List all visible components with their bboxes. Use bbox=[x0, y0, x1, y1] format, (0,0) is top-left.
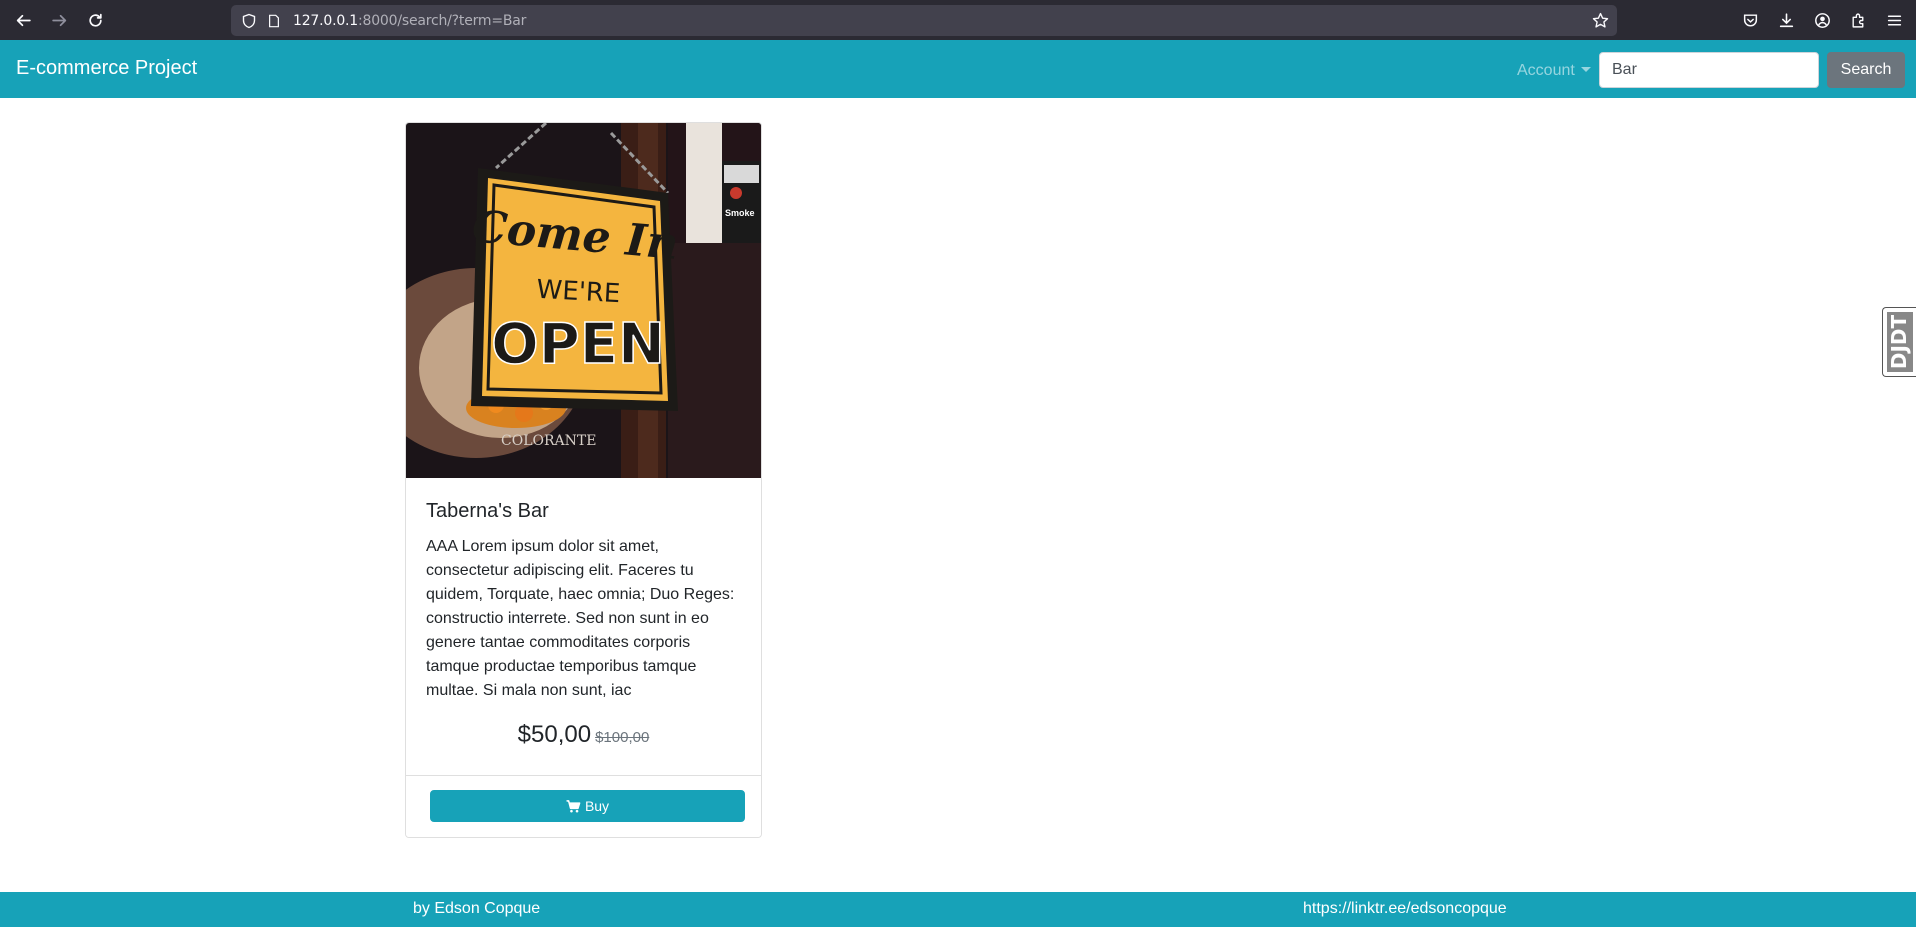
product-price: $50,00 bbox=[517, 721, 592, 748]
arrow-right-icon bbox=[51, 14, 66, 26]
shield-icon[interactable] bbox=[241, 13, 257, 29]
url-text[interactable]: 127.0.0.1:8000/search/?term=Bar bbox=[293, 13, 526, 29]
product-old-price: $100,00 bbox=[595, 729, 650, 746]
product-title: Taberna's Bar bbox=[426, 500, 549, 522]
puzzle-icon bbox=[1851, 13, 1863, 28]
back-button[interactable] bbox=[5, 2, 41, 38]
page-icon bbox=[269, 14, 279, 27]
download-icon bbox=[1779, 12, 1793, 27]
djdt-label: DJDT bbox=[1887, 314, 1912, 370]
search-input[interactable] bbox=[1599, 52, 1819, 88]
downloads-button[interactable] bbox=[1768, 2, 1804, 38]
footer-author: by Edson Copque bbox=[413, 900, 541, 917]
toolbar-right bbox=[1732, 0, 1916, 40]
djdt-handle[interactable]: DJDT bbox=[1882, 307, 1916, 377]
url-path: :8000/search/?term=Bar bbox=[358, 12, 527, 29]
buy-button[interactable]: Buy bbox=[430, 790, 745, 822]
image-watermark: COLORANTE bbox=[501, 433, 596, 449]
reload-icon bbox=[88, 13, 102, 27]
account-button[interactable] bbox=[1804, 2, 1840, 38]
search-button[interactable]: Search bbox=[1827, 52, 1905, 88]
hamburger-menu-icon bbox=[1887, 14, 1901, 26]
url-host: 127.0.0.1 bbox=[293, 12, 358, 29]
reload-button[interactable] bbox=[77, 2, 113, 38]
product-image[interactable]: Smoke Come In WE'RE OPEN COLORANTE bbox=[406, 123, 761, 478]
product-card: Smoke Come In WE'RE OPEN COLORANTE Taber… bbox=[405, 122, 762, 838]
caret-down-icon bbox=[1580, 67, 1591, 72]
site-navbar: E-commerce Project Account Search bbox=[0, 40, 1916, 98]
price-row: $50,00 $100,00 bbox=[406, 721, 761, 749]
account-dropdown[interactable]: Account bbox=[1517, 61, 1591, 81]
box-label: Smoke bbox=[725, 208, 755, 218]
footer-link[interactable]: https://linktr.ee/edsoncopque bbox=[1303, 900, 1507, 918]
arrow-left-icon bbox=[16, 14, 31, 26]
djdt-logo: DJDT bbox=[1886, 312, 1913, 372]
forward-button[interactable] bbox=[41, 2, 77, 38]
sign-text-line3: OPEN bbox=[491, 312, 665, 377]
extensions-button[interactable] bbox=[1840, 2, 1876, 38]
bookmark-star-icon[interactable] bbox=[1592, 12, 1609, 29]
pocket-icon bbox=[1743, 13, 1757, 27]
brand-link[interactable]: E-commerce Project bbox=[16, 56, 197, 80]
sign-text-line2: WE'RE bbox=[536, 275, 621, 309]
user-circle-icon bbox=[1814, 12, 1830, 28]
browser-toolbar: 127.0.0.1:8000/search/?term=Bar bbox=[0, 0, 1916, 40]
card-footer: Buy bbox=[406, 775, 761, 837]
site-footer: by Edson Copque https://linktr.ee/edsonc… bbox=[0, 892, 1916, 927]
address-bar[interactable]: 127.0.0.1:8000/search/?term=Bar bbox=[231, 5, 1617, 36]
buy-label: Buy bbox=[584, 798, 610, 814]
account-label: Account bbox=[1517, 62, 1575, 79]
shopping-cart-icon bbox=[566, 799, 581, 812]
product-description: AAA Lorem ipsum dolor sit amet, consecte… bbox=[426, 538, 735, 699]
menu-button[interactable] bbox=[1876, 2, 1912, 38]
pocket-button[interactable] bbox=[1732, 2, 1768, 38]
